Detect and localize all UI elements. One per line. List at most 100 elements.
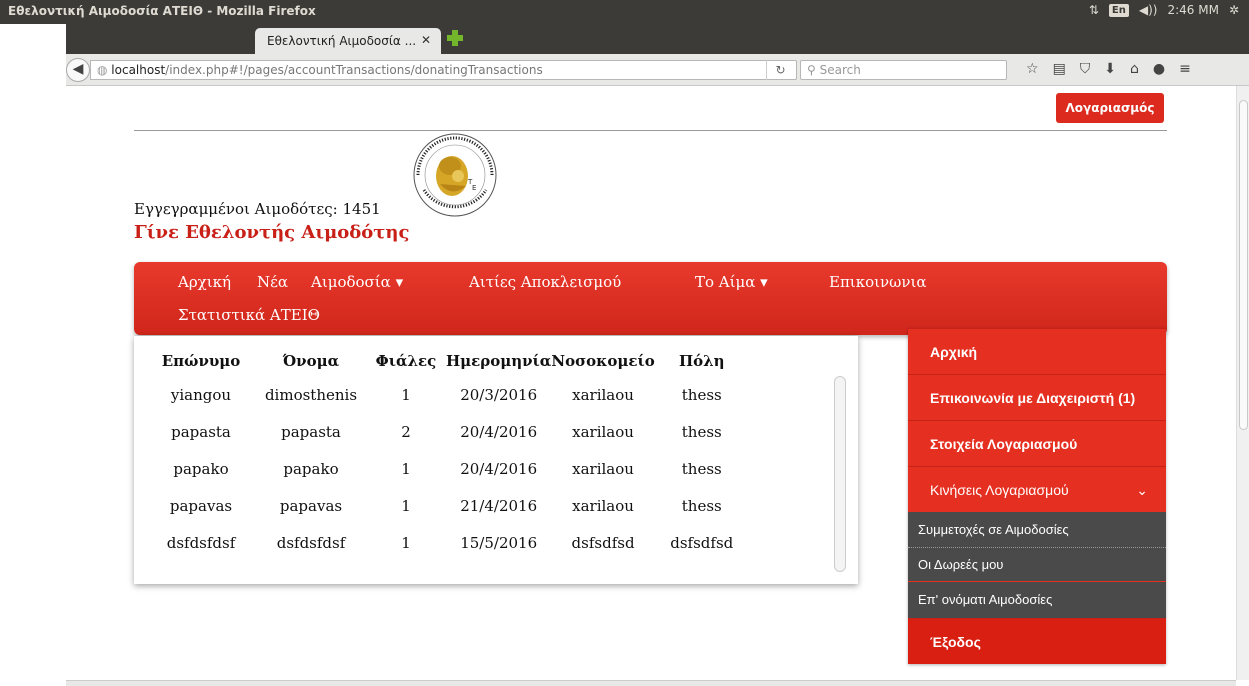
url-bar[interactable]: ◍ localhost/index.php#!/pages/accountTra… — [90, 60, 797, 80]
search-input[interactable]: ⚲ Search — [800, 60, 1007, 80]
sidemenu-sub-on-behalf[interactable]: Επ' ονόματι Αιμοδοσίες — [908, 582, 1166, 618]
menu-hamburger-icon[interactable]: ≡ — [1179, 61, 1191, 77]
sidemenu-sub-my-donations[interactable]: Οι Δωρεές μου — [908, 548, 1166, 582]
sidemenu-sub-participations[interactable]: Συμμετοχές σε Αιμοδοσίες — [908, 512, 1166, 548]
cell-bottles: 1 — [401, 496, 411, 515]
cell-city: dsfsdfsd — [670, 533, 734, 552]
nav-home[interactable]: Αρχική — [178, 273, 231, 291]
chevron-down-icon: ⌄ — [1136, 482, 1148, 498]
sidemenu-account-details[interactable]: Στοιχεία Λογαριασμού — [908, 420, 1166, 466]
cell-date: 15/5/2016 — [460, 533, 538, 552]
url-path: /index.php#!/pages/accountTransactions/d… — [165, 63, 543, 77]
transactions-panel: Επώνυμο Όνομα Φιάλες Ημερομηνία Νοσοκομε… — [134, 336, 858, 584]
header-divider — [134, 130, 1167, 131]
cell-surname: papako — [173, 459, 229, 478]
cell-hospital: dsfsdfsd — [571, 533, 635, 552]
cell-surname: dsfdsfdsf — [166, 533, 236, 552]
cell-surname: yiangou — [170, 385, 232, 404]
cell-city: thess — [681, 422, 722, 441]
sidemenu-logout[interactable]: Έξοδος — [908, 618, 1166, 664]
col-header-bottles: Φιάλες — [375, 352, 437, 370]
cell-name: dimosthenis — [264, 385, 358, 404]
os-top-panel: Εθελοντική Αιμοδοσία ΑΤΕΙΘ - Mozilla Fir… — [0, 0, 1249, 24]
cell-date: 20/3/2016 — [460, 385, 538, 404]
sidemenu-contact-admin[interactable]: Επικοινωνία με Διαχειριστή (1) — [908, 374, 1166, 420]
home-icon[interactable]: ⌂ — [1130, 61, 1139, 77]
cell-name: papako — [283, 459, 339, 478]
table-header-row: Επώνυμο Όνομα Φιάλες Ημερομηνία Νοσοκομε… — [146, 346, 749, 376]
download-arrow-icon[interactable]: ⬇ — [1104, 61, 1116, 77]
page-horizontal-scrollbar[interactable] — [66, 680, 1236, 686]
pocket-icon[interactable]: ⛉ — [1080, 61, 1091, 77]
sidemenu-home[interactable]: Αρχική — [908, 328, 1166, 374]
account-button[interactable]: Λογαριασμός — [1056, 93, 1164, 123]
registered-donors-label: Εγγεγραμμένοι Αιμοδότες: — [134, 200, 338, 218]
nav-donation-dropdown[interactable]: Αιμοδοσία ▾ — [311, 273, 403, 291]
svg-text:Ε: Ε — [472, 184, 476, 192]
col-header-city: Πόλη — [678, 352, 725, 370]
account-side-menu: Αρχική Επικοινωνία με Διαχειριστή (1) Στ… — [908, 328, 1166, 664]
table-row: papasta papasta 2 20/4/2016 xarilaou the… — [146, 413, 749, 450]
volume-icon[interactable]: ◀)) — [1139, 3, 1158, 17]
cell-hospital: xarilaou — [572, 459, 634, 478]
nav-exclusion-reasons[interactable]: Αιτίες Αποκλεισμού — [469, 273, 621, 291]
nav-news[interactable]: Νέα — [257, 273, 288, 291]
reading-list-icon[interactable]: ▤ — [1053, 61, 1066, 77]
search-placeholder: Search — [819, 63, 861, 77]
cell-city: thess — [681, 385, 722, 404]
sidemenu-account-transactions-label: Κινήσεις Λογαριασμού — [930, 482, 1069, 498]
chat-icon[interactable]: ● — [1153, 61, 1165, 77]
cell-bottles: 1 — [401, 533, 411, 552]
cell-hospital: xarilaou — [572, 385, 634, 404]
table-row: papako papako 1 20/4/2016 xarilaou thess — [146, 450, 749, 487]
donations-table: Επώνυμο Όνομα Φιάλες Ημερομηνία Νοσοκομε… — [146, 346, 749, 561]
tab-title: Εθελοντική Αιμοδοσία ... — [267, 34, 417, 48]
new-tab-plus-icon[interactable] — [446, 29, 464, 47]
clock[interactable]: 2:46 ΜΜ — [1167, 3, 1218, 17]
settings-gear-icon[interactable]: ✲ — [1229, 3, 1239, 17]
browser-tab[interactable]: Εθελοντική Αιμοδοσία ... ✕ — [255, 28, 441, 54]
nav-blood-dropdown[interactable]: Το Αίμα ▾ — [695, 273, 768, 291]
cell-date: 21/4/2016 — [460, 496, 538, 515]
scrollbar-thumb[interactable] — [1239, 100, 1248, 430]
page-vertical-scrollbar[interactable] — [1236, 86, 1249, 680]
nav-contact[interactable]: Επικοινωνια — [829, 273, 926, 291]
table-scrollbar[interactable] — [834, 376, 846, 572]
cell-bottles: 2 — [401, 422, 411, 441]
col-header-hospital: Νοσοκομείο — [551, 352, 655, 370]
become-volunteer-link[interactable]: Γίνε Εθελοντής Αιμοδότης — [134, 222, 409, 243]
cell-city: thess — [681, 459, 722, 478]
network-icon[interactable]: ⇅ — [1089, 3, 1099, 17]
cell-hospital: xarilaou — [572, 496, 634, 515]
toolbar-icons: ☆ ▤ ⛉ ⬇ ⌂ ● ≡ — [1026, 61, 1191, 77]
cell-surname: papavas — [169, 496, 233, 515]
cell-surname: papasta — [171, 422, 231, 441]
cell-name: dsfdsfdsf — [276, 533, 346, 552]
cell-name: papasta — [281, 422, 341, 441]
cell-city: thess — [681, 496, 722, 515]
cell-date: 20/4/2016 — [460, 422, 538, 441]
col-header-name: Όνομα — [282, 352, 340, 370]
main-navigation: Αρχική Νέα Αιμοδοσία ▾ Αιτίες Αποκλεισμο… — [134, 262, 1167, 335]
cell-hospital: xarilaou — [572, 422, 634, 441]
registered-donors-count: 1451 — [342, 200, 381, 218]
globe-icon: ◍ — [97, 63, 112, 77]
back-arrow-icon[interactable]: ◀ — [66, 58, 90, 82]
close-tab-icon[interactable]: ✕ — [421, 33, 431, 47]
sidemenu-account-transactions[interactable]: Κινήσεις Λογαριασμού ⌄ — [908, 466, 1166, 512]
registered-donors-text: Εγγεγραμμένοι Αιμοδότες: 1451 — [134, 200, 381, 218]
keyboard-layout-indicator[interactable]: En — [1108, 3, 1129, 17]
bookmark-star-icon[interactable]: ☆ — [1026, 61, 1039, 77]
table-row: papavas papavas 1 21/4/2016 xarilaou the… — [146, 487, 749, 524]
cell-bottles: 1 — [401, 459, 411, 478]
table-row: dsfdsfdsf dsfdsfdsf 1 15/5/2016 dsfsdfsd… — [146, 524, 749, 561]
reload-icon[interactable]: ↻ — [766, 60, 794, 80]
url-host: localhost — [111, 63, 166, 77]
window-title: Εθελοντική Αιμοδοσία ΑΤΕΙΘ - Mozilla Fir… — [8, 4, 316, 18]
navigation-toolbar: ◀ ◍ localhost/index.php#!/pages/accountT… — [66, 54, 1249, 86]
nav-statistics[interactable]: Στατιστικά ΑΤΕΙΘ — [178, 306, 320, 324]
system-tray: ⇅ En ◀)) 2:46 ΜΜ ✲ — [1089, 3, 1239, 17]
col-header-date: Ημερομηνία — [446, 352, 552, 370]
col-header-surname: Επώνυμο — [161, 352, 241, 370]
page-viewport: Λογαριασμός Τ Ε Εγγεγραμμένοι Αιμοδότες:… — [66, 86, 1236, 680]
